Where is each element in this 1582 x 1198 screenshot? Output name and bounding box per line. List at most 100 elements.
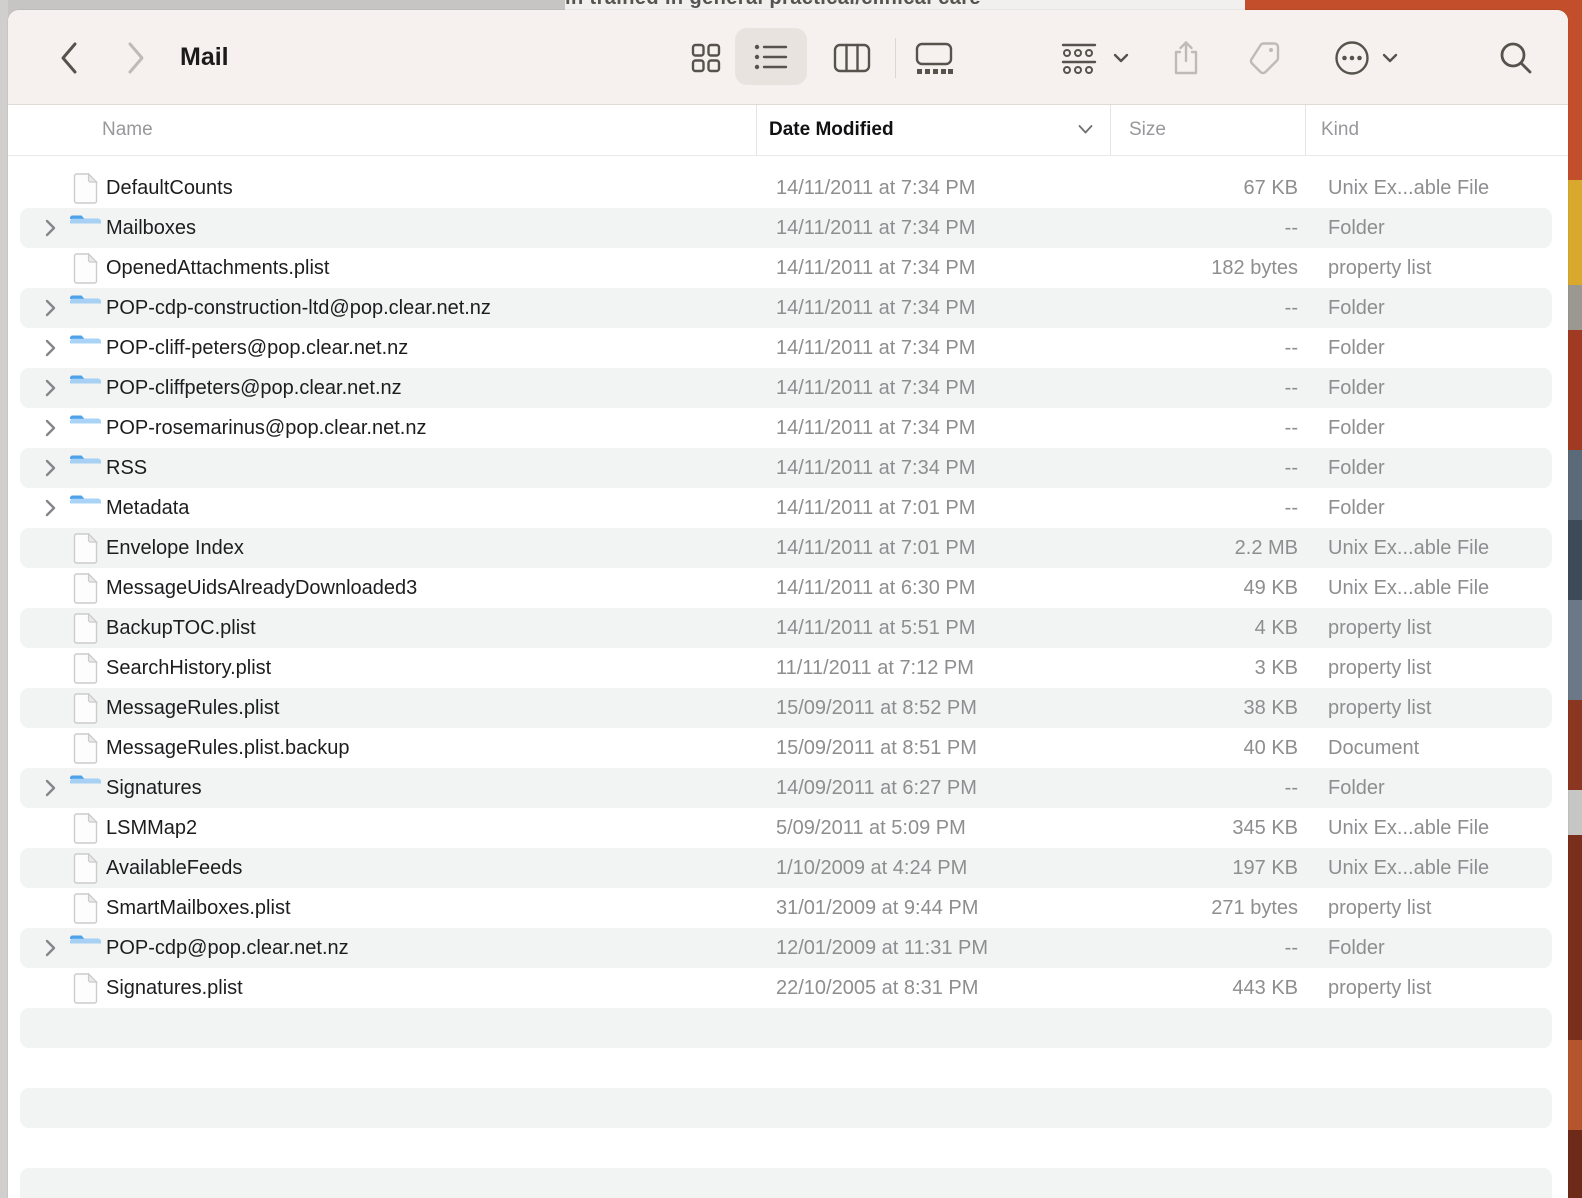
document-icon — [73, 892, 98, 924]
file-date-modified: 15/09/2011 at 8:52 PM — [776, 696, 977, 719]
table-row[interactable]: SearchHistory.plist 11/11/2011 at 7:12 P… — [8, 648, 1568, 688]
table-row[interactable]: OpenedAttachments.plist 14/11/2011 at 7:… — [8, 248, 1568, 288]
table-row[interactable] — [8, 1048, 1568, 1088]
file-size: -- — [1284, 456, 1298, 479]
table-row[interactable]: DefaultCounts 14/11/2011 at 7:34 PM 67 K… — [8, 168, 1568, 208]
file-name: SmartMailboxes.plist — [106, 896, 291, 919]
table-row[interactable]: LSMMap2 5/09/2011 at 5:09 PM 345 KB Unix… — [8, 808, 1568, 848]
file-size: -- — [1284, 416, 1298, 439]
back-button[interactable] — [47, 10, 91, 105]
table-row[interactable]: RSS 14/11/2011 at 7:34 PM -- Folder — [8, 448, 1568, 488]
file-size: 197 KB — [1232, 856, 1298, 879]
folder-icon — [69, 935, 101, 961]
file-name: SearchHistory.plist — [106, 656, 272, 679]
table-row[interactable]: POP-rosemarinus@pop.clear.net.nz 14/11/2… — [8, 408, 1568, 448]
window-title: Mail — [180, 43, 229, 71]
column-header-name[interactable]: Name — [8, 105, 756, 155]
table-row[interactable]: POP-cliff-peters@pop.clear.net.nz 14/11/… — [8, 328, 1568, 368]
table-row[interactable]: MessageRules.plist 15/09/2011 at 8:52 PM… — [8, 688, 1568, 728]
tag-icon — [1249, 41, 1280, 74]
disclosure-chevron-icon[interactable] — [45, 499, 56, 517]
list-view-button[interactable] — [735, 28, 807, 85]
file-kind: Folder — [1328, 376, 1385, 399]
file-name: AvailableFeeds — [106, 856, 243, 879]
chevron-down-icon — [1113, 53, 1129, 62]
file-size: -- — [1284, 296, 1298, 319]
file-size: 3 KB — [1254, 656, 1298, 679]
column-header-size[interactable]: Size — [1110, 105, 1305, 155]
table-row[interactable]: MessageUidsAlreadyDownloaded3 14/11/2011… — [8, 568, 1568, 608]
folder-icon — [69, 375, 101, 401]
background-document-behind: in trained in general practical/clinical… — [565, 0, 1245, 10]
table-row[interactable]: MessageRules.plist.backup 15/09/2011 at … — [8, 728, 1568, 768]
search-button[interactable] — [1490, 10, 1542, 105]
table-row[interactable]: Signatures 14/09/2011 at 6:27 PM -- Fold… — [8, 768, 1568, 808]
gallery-view-button[interactable] — [906, 10, 962, 105]
column-header-kind[interactable]: Kind — [1305, 105, 1568, 155]
file-name: MessageRules.plist.backup — [106, 736, 350, 759]
gallery-icon — [915, 42, 953, 74]
tag-button[interactable] — [1238, 10, 1294, 105]
file-date-modified: 14/09/2011 at 6:27 PM — [776, 776, 977, 799]
icon-view-button[interactable] — [680, 10, 732, 105]
disclosure-chevron-icon[interactable] — [45, 219, 56, 237]
share-button[interactable] — [1160, 10, 1212, 105]
file-kind: Folder — [1328, 336, 1385, 359]
table-row[interactable] — [8, 1008, 1568, 1048]
document-icon — [73, 532, 98, 564]
table-row[interactable] — [8, 1168, 1568, 1198]
column-header-date-modified[interactable]: Date Modified — [756, 105, 1110, 155]
file-name: DefaultCounts — [106, 176, 233, 199]
table-row[interactable]: Envelope Index 14/11/2011 at 7:01 PM 2.2… — [8, 528, 1568, 568]
table-row[interactable] — [8, 1088, 1568, 1128]
file-date-modified: 14/11/2011 at 7:34 PM — [776, 176, 976, 199]
table-row[interactable]: Mailboxes 14/11/2011 at 7:34 PM -- Folde… — [8, 208, 1568, 248]
disclosure-chevron-icon[interactable] — [45, 299, 56, 317]
file-name: LSMMap2 — [106, 816, 198, 839]
disclosure-chevron-icon[interactable] — [45, 459, 56, 477]
file-kind: property list — [1328, 896, 1432, 919]
file-size: -- — [1284, 776, 1298, 799]
file-size: -- — [1284, 496, 1298, 519]
group-button[interactable] — [1051, 10, 1139, 105]
document-icon — [73, 572, 98, 604]
row-background — [20, 1088, 1552, 1128]
file-date-modified: 14/11/2011 at 7:34 PM — [776, 416, 976, 439]
table-row[interactable]: POP-cliffpeters@pop.clear.net.nz 14/11/2… — [8, 368, 1568, 408]
file-kind: property list — [1328, 256, 1432, 279]
disclosure-chevron-icon[interactable] — [45, 939, 56, 957]
table-row[interactable]: POP-cdp@pop.clear.net.nz 12/01/2009 at 1… — [8, 928, 1568, 968]
disclosure-chevron-icon[interactable] — [45, 339, 56, 357]
table-row[interactable]: AvailableFeeds 1/10/2009 at 4:24 PM 197 … — [8, 848, 1568, 888]
background-window-edge — [0, 0, 8, 1198]
file-name: Envelope Index — [106, 536, 244, 559]
more-button[interactable] — [1321, 10, 1409, 105]
column-view-button[interactable] — [826, 10, 878, 105]
file-kind: property list — [1328, 696, 1432, 719]
document-icon — [73, 852, 98, 884]
table-row[interactable]: Metadata 14/11/2011 at 7:01 PM -- Folder — [8, 488, 1568, 528]
file-name: Mailboxes — [106, 216, 197, 239]
file-size: 182 bytes — [1211, 256, 1298, 279]
file-date-modified: 14/11/2011 at 5:51 PM — [776, 616, 976, 639]
table-row[interactable]: POP-cdp-construction-ltd@pop.clear.net.n… — [8, 288, 1568, 328]
table-row[interactable]: SmartMailboxes.plist 31/01/2009 at 9:44 … — [8, 888, 1568, 928]
file-size: 345 KB — [1232, 816, 1298, 839]
file-date-modified: 14/11/2011 at 7:34 PM — [776, 256, 976, 279]
disclosure-chevron-icon[interactable] — [45, 379, 56, 397]
file-name: POP-cliffpeters@pop.clear.net.nz — [106, 376, 402, 399]
row-background — [20, 1168, 1552, 1198]
document-icon — [73, 692, 98, 724]
document-icon — [73, 612, 98, 644]
forward-button[interactable] — [114, 10, 158, 105]
disclosure-chevron-icon[interactable] — [45, 779, 56, 797]
disclosure-chevron-icon[interactable] — [45, 419, 56, 437]
file-size: -- — [1284, 936, 1298, 959]
column-header-row: Name Date Modified Size Kind — [8, 105, 1568, 156]
document-icon — [73, 172, 98, 204]
file-date-modified: 14/11/2011 at 7:34 PM — [776, 216, 976, 239]
file-kind: Unix Ex...able File — [1328, 536, 1490, 559]
table-row[interactable] — [8, 1128, 1568, 1168]
table-row[interactable]: Signatures.plist 22/10/2005 at 8:31 PM 4… — [8, 968, 1568, 1008]
table-row[interactable]: BackupTOC.plist 14/11/2011 at 5:51 PM 4 … — [8, 608, 1568, 648]
